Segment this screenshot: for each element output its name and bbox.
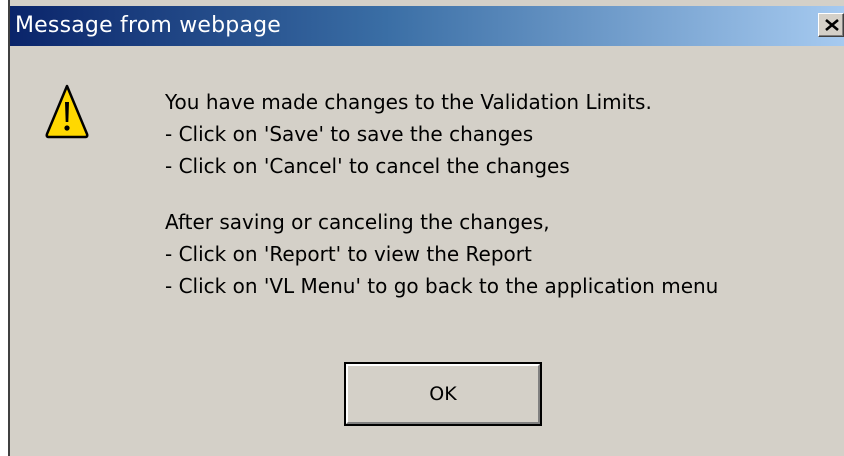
- close-icon: [825, 19, 839, 31]
- message-line: - Click on 'Cancel' to cancel the change…: [165, 154, 570, 178]
- dialog-title: Message from webpage: [15, 13, 282, 38]
- ok-button-label: OK: [346, 364, 540, 424]
- warning-icon: [45, 84, 89, 139]
- ok-button[interactable]: OK: [344, 362, 542, 426]
- message-line: - Click on 'Save' to save the changes: [165, 122, 534, 146]
- dialog-message: You have made changes to the Validation …: [165, 86, 844, 302]
- dialog-titlebar[interactable]: Message from webpage: [10, 6, 844, 46]
- close-button[interactable]: [818, 13, 844, 37]
- message-line: - Click on 'VL Menu' to go back to the a…: [165, 274, 719, 298]
- message-line: - Click on 'Report' to view the Report: [165, 242, 532, 266]
- message-line: After saving or canceling the changes,: [165, 210, 550, 234]
- message-line: You have made changes to the Validation …: [165, 90, 652, 114]
- message-dialog: Message from webpage You have made chang…: [8, 0, 844, 456]
